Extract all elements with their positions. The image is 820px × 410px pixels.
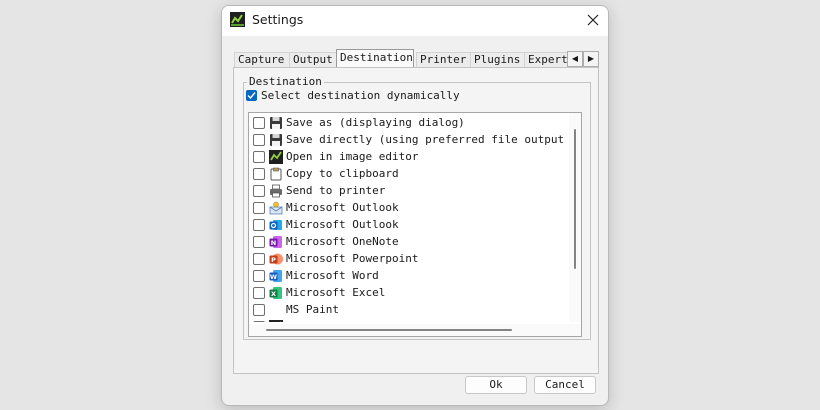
tab-label: Destination: [340, 51, 413, 64]
item-checkbox[interactable]: [253, 287, 265, 299]
item-label: Microsoft Excel: [286, 286, 386, 299]
list-item-save-as[interactable]: Save as (displaying dialog): [249, 115, 569, 132]
item-label: Open in image editor: [286, 150, 419, 163]
ok-button[interactable]: Ok: [465, 376, 527, 394]
printer-icon: [270, 184, 282, 198]
list-item-partial[interactable]: [249, 319, 569, 322]
destination-groupbox: Destination Select destination dynamical…: [243, 75, 591, 340]
destination-panel: Destination Select destination dynamical…: [233, 67, 599, 374]
checkmark-icon: [247, 92, 256, 100]
arrow-right-icon: ▶: [587, 54, 595, 63]
list-item-ms-paint[interactable]: MS Paint: [249, 302, 569, 319]
tab-scroll-right-button[interactable]: ▶: [583, 51, 599, 67]
select-dynamic-checkbox[interactable]: [246, 90, 257, 101]
list-item-excel[interactable]: X Microsoft Excel: [249, 285, 569, 302]
list-item-powerpoint[interactable]: P Microsoft Powerpoint: [249, 251, 569, 268]
select-dynamic-label: Select destination dynamically: [261, 89, 460, 102]
vertical-scrollbar[interactable]: [569, 113, 581, 322]
tab-label: Plugins: [474, 53, 521, 66]
tab-output[interactable]: Output: [289, 52, 338, 67]
item-checkbox[interactable]: [253, 168, 265, 180]
item-checkbox[interactable]: [253, 270, 265, 282]
destination-list[interactable]: Save as (displaying dialog) Save directl…: [248, 112, 582, 337]
select-dynamic-checkbox-row[interactable]: Select destination dynamically: [246, 89, 460, 103]
close-button[interactable]: [578, 6, 608, 34]
svg-text:W: W: [270, 273, 277, 281]
tab-printer[interactable]: Printer: [416, 52, 472, 67]
item-label: MS Paint: [286, 303, 339, 316]
item-checkbox[interactable]: [253, 321, 265, 322]
item-label: Save directly (using preferred file outp…: [286, 133, 569, 146]
item-checkbox[interactable]: [253, 202, 265, 214]
greenshot-app-icon: [230, 12, 245, 27]
greenshot-icon: [269, 150, 283, 164]
list-item-printer[interactable]: Send to printer: [249, 183, 569, 200]
tab-label: Output: [293, 53, 333, 66]
item-label: Microsoft Word: [286, 269, 379, 282]
svg-text:N: N: [271, 239, 276, 247]
item-checkbox[interactable]: [253, 253, 265, 265]
list-item-word[interactable]: W Microsoft Word: [249, 268, 569, 285]
word-icon: W: [269, 270, 282, 282]
item-checkbox[interactable]: [253, 117, 265, 129]
svg-text:X: X: [271, 290, 276, 298]
tab-plugins[interactable]: Plugins: [470, 52, 526, 67]
item-label: Save as (displaying dialog): [286, 116, 465, 129]
tab-expert[interactable]: Expert: [524, 52, 572, 67]
excel-icon: X: [269, 287, 282, 299]
title-bar: Settings: [222, 6, 608, 36]
item-checkbox[interactable]: [253, 219, 265, 231]
list-item-save-directly[interactable]: Save directly (using preferred file outp…: [249, 132, 569, 149]
outlook-classic-icon: [269, 201, 283, 215]
item-checkbox[interactable]: [253, 185, 265, 197]
item-checkbox[interactable]: [253, 236, 265, 248]
tab-label: Printer: [420, 53, 467, 66]
item-label: Microsoft OneNote: [286, 235, 399, 248]
clipboard-icon: [270, 167, 282, 181]
onenote-icon: N: [269, 236, 282, 248]
window-title: Settings: [252, 12, 304, 27]
item-label: Copy to clipboard: [286, 167, 399, 180]
floppy-icon: [270, 134, 282, 146]
item-checkbox[interactable]: [253, 134, 265, 146]
tab-capture[interactable]: Capture: [234, 52, 291, 67]
powerpoint-icon: P: [269, 253, 283, 265]
close-icon: [587, 14, 599, 26]
item-label: Microsoft Outlook: [286, 201, 399, 214]
greenshot-icon: [269, 320, 283, 322]
list-item-clipboard[interactable]: Copy to clipboard: [249, 166, 569, 183]
arrow-left-icon: ◀: [571, 54, 579, 63]
floppy-icon: [270, 117, 282, 129]
horizontal-scroll-thumb[interactable]: [266, 329, 512, 331]
item-label: Microsoft Outlook: [286, 218, 399, 231]
settings-window: Settings Capture Output Destination Prin…: [221, 5, 609, 406]
tab-scroll-left-button[interactable]: ◀: [567, 51, 583, 67]
cancel-button[interactable]: Cancel: [534, 376, 596, 394]
item-checkbox[interactable]: [253, 304, 265, 316]
outlook-icon: [269, 220, 282, 230]
item-label: Microsoft Powerpoint: [286, 252, 419, 265]
item-label: Send to printer: [286, 184, 386, 197]
item-checkbox[interactable]: [253, 151, 265, 163]
vertical-scroll-thumb[interactable]: [574, 129, 576, 269]
list-item-image-editor[interactable]: Open in image editor: [249, 149, 569, 166]
horizontal-scrollbar[interactable]: [249, 324, 581, 336]
tab-label: Capture: [238, 53, 285, 66]
list-item-onenote[interactable]: N Microsoft OneNote: [249, 234, 569, 251]
svg-text:P: P: [271, 256, 276, 264]
tab-destination[interactable]: Destination: [336, 49, 414, 67]
group-label: Destination: [247, 75, 324, 88]
tab-label: Expert: [528, 53, 568, 66]
destination-list-rows: Save as (displaying dialog) Save directl…: [249, 113, 569, 322]
list-item-outlook[interactable]: Microsoft Outlook: [249, 217, 569, 234]
list-item-outlook-classic[interactable]: Microsoft Outlook: [249, 200, 569, 217]
